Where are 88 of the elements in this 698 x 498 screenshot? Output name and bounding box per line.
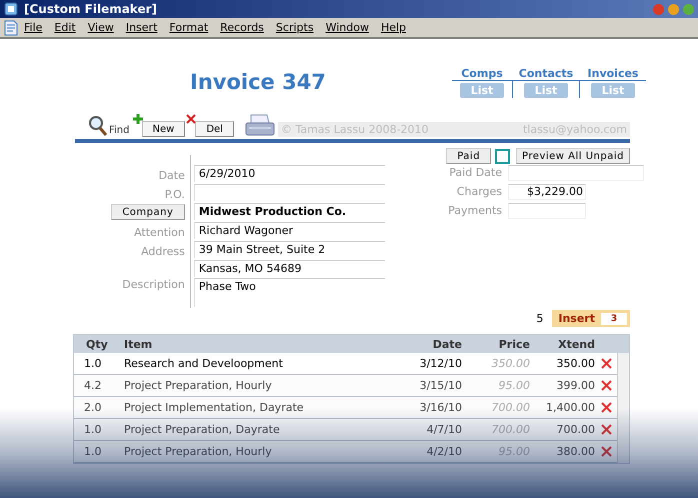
printer-icon[interactable]: [244, 113, 275, 137]
plus-icon: [132, 114, 142, 124]
amount-field[interactable]: [508, 164, 644, 180]
menu-item[interactable]: Edit: [48, 21, 82, 34]
paid-checkbox[interactable]: [495, 148, 510, 164]
menu-item[interactable]: Window: [320, 21, 375, 34]
text-field[interactable]: [194, 184, 385, 201]
text-field[interactable]: 6/29/2010: [194, 165, 385, 182]
company-button[interactable]: Company: [110, 204, 185, 220]
table-cell-text: 700.00: [556, 423, 595, 436]
table-cell-text: Project Preparation, Hourly: [124, 379, 273, 392]
field-label: Description: [122, 278, 185, 291]
line-count: 5: [536, 312, 544, 325]
scrollbar[interactable]: [617, 353, 629, 463]
text-field[interactable]: Phase Two: [194, 278, 385, 307]
table-cell-text: 380.00: [556, 445, 595, 458]
field-label: Attention: [134, 226, 185, 239]
app-icon: [4, 2, 18, 16]
field-label: Payments: [447, 204, 503, 217]
nav-label: Invoices: [588, 67, 638, 80]
find-label[interactable]: Find: [109, 125, 130, 136]
table-cell-text: 1.0: [83, 445, 102, 458]
text-field[interactable]: 39 Main Street, Suite 2: [194, 241, 385, 258]
table-row[interactable]: 2.0 Project Implementation, Dayrate 3/16/10 700.00 1,400.00: [74, 397, 617, 419]
table-cell-text: Project Preparation, Dayrate: [124, 423, 281, 436]
table-cell-text: 2.0: [83, 401, 102, 414]
column-header: Qty: [85, 338, 109, 350]
x-icon: [186, 114, 196, 124]
text-field[interactable]: Kansas, MO 54689: [194, 260, 385, 277]
paid-button[interactable]: Paid: [446, 148, 492, 164]
table-cell-text: 3/15/10: [418, 379, 462, 392]
menu-item[interactable]: Format: [163, 21, 214, 34]
field-label: Date: [158, 169, 185, 182]
table-cell-text: Project Preparation, Hourly: [124, 445, 273, 458]
insert-button[interactable]: Insert: [558, 312, 595, 325]
column-header: Price: [498, 338, 530, 350]
table-cell-text: 95.00: [498, 379, 530, 392]
field-label: Paid Date: [448, 166, 503, 179]
table-cell-text: Research and Develoopment: [124, 357, 284, 370]
nav-label: Comps: [461, 67, 503, 80]
minimize-icon[interactable]: [668, 4, 679, 14]
table-cell-text: 399.00: [556, 379, 595, 392]
table-cell-text: 700.00: [490, 423, 530, 436]
delete-icon[interactable]: [600, 358, 612, 369]
invoice-title: Invoice 347: [190, 69, 326, 94]
menu-item[interactable]: File: [18, 21, 48, 34]
table-row[interactable]: 4.2 Project Preparation, Hourly 3/15/10 95.00 399.00: [74, 375, 617, 397]
column-header: Date: [432, 338, 462, 350]
table-cell-text: 95.00: [498, 445, 530, 458]
menu-item[interactable]: Help: [374, 21, 412, 34]
window-title: [Custom Filemaker]: [24, 2, 158, 16]
table-cell-text: 4/7/10: [426, 423, 462, 436]
document-icon: [4, 20, 18, 36]
delete-icon[interactable]: [600, 380, 612, 391]
column-header: Xtend: [557, 338, 595, 350]
text-field[interactable]: Midwest Production Co.: [194, 203, 385, 220]
table-cell-text: 1,400.00: [545, 401, 595, 414]
table-cell-text: 1.0: [83, 357, 102, 370]
menu-item[interactable]: Scripts: [270, 21, 320, 34]
nav-label: Contacts: [518, 67, 574, 80]
delete-icon[interactable]: [600, 446, 612, 457]
table-row[interactable]: 1.0 Project Preparation, Dayrate 4/7/10 700.00 700.00: [74, 419, 617, 441]
table-cell-text: 700.00: [490, 401, 530, 414]
amount-field[interactable]: [508, 202, 586, 218]
field-label: P.O.: [164, 188, 185, 201]
table-cell-text: 350.00: [556, 357, 595, 370]
table-cell-text: 350.00: [490, 357, 530, 370]
table-cell-text: 1.0: [83, 423, 102, 436]
table-cell-text: 4.2: [83, 379, 102, 392]
search-icon[interactable]: [88, 115, 108, 137]
delete-icon[interactable]: [600, 402, 612, 413]
field-label: Address: [141, 245, 185, 258]
delete-button[interactable]: Del: [195, 121, 234, 137]
menu-item[interactable]: Records: [214, 21, 270, 34]
delete-icon[interactable]: [600, 424, 612, 435]
menu-item[interactable]: View: [82, 21, 120, 34]
amount-field[interactable]: $3,229.00: [508, 184, 586, 200]
preview-button[interactable]: Preview All Unpaid: [516, 148, 630, 164]
insert-count-field[interactable]: 3: [601, 312, 627, 324]
menu-item[interactable]: Insert: [120, 21, 164, 34]
table-cell-text: 4/2/10: [426, 445, 462, 458]
text-field[interactable]: Richard Wagoner: [194, 222, 385, 239]
table-cell-text: 3/12/10: [418, 357, 462, 370]
table-cell-text: Project Implementation, Dayrate: [124, 401, 305, 414]
new-button[interactable]: New: [142, 121, 186, 137]
field-label: Charges: [456, 185, 503, 198]
table-cell-text: 3/16/10: [418, 401, 462, 414]
column-header: Item: [124, 338, 154, 350]
